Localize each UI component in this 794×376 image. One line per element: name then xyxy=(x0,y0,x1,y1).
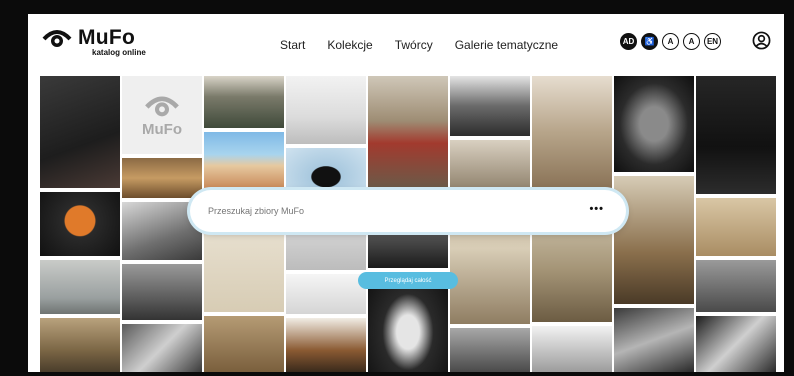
search-options-icon[interactable]: ••• xyxy=(589,203,604,215)
photo-tile[interactable] xyxy=(614,176,694,304)
photo-tile[interactable] xyxy=(368,76,448,188)
photo-tile[interactable] xyxy=(450,140,530,194)
photo-tile[interactable] xyxy=(286,274,366,314)
accessibility-bar: AD ♿ A A EN xyxy=(620,33,721,50)
photo-tile[interactable] xyxy=(40,318,120,372)
photo-tile[interactable] xyxy=(286,148,366,196)
photo-tile[interactable] xyxy=(40,76,120,188)
photo-tile[interactable] xyxy=(40,260,120,314)
photo-tile[interactable] xyxy=(614,308,694,372)
eye-logo-icon xyxy=(42,30,72,47)
contrast-icon[interactable]: A xyxy=(683,33,700,50)
watermark-text: MuFo xyxy=(142,120,182,138)
photo-tile[interactable] xyxy=(450,328,530,372)
photo-tile[interactable] xyxy=(696,316,776,372)
photo-tile[interactable] xyxy=(614,76,694,172)
nav-galerie[interactable]: Galerie tematyczne xyxy=(455,38,558,52)
mufo-watermark-tile: MuFo xyxy=(122,76,202,154)
photo-tile[interactable] xyxy=(696,76,776,194)
header: MuFo katalog online Start Kolekcje Twórc… xyxy=(28,14,784,76)
accessibility-icon[interactable]: ♿ xyxy=(641,33,658,50)
search-bar[interactable]: ••• xyxy=(190,190,626,232)
photo-tile[interactable] xyxy=(450,76,530,136)
photo-tile[interactable] xyxy=(204,316,284,372)
photo-tile[interactable] xyxy=(286,318,366,372)
photo-tile[interactable] xyxy=(204,132,284,188)
photo-tile[interactable] xyxy=(532,76,612,188)
browse-all-button[interactable]: Przeglądaj całość xyxy=(358,272,458,289)
logo[interactable]: MuFo katalog online xyxy=(42,27,146,57)
photo-tile[interactable] xyxy=(122,158,202,198)
photo-tile[interactable] xyxy=(40,192,120,256)
photo-tile[interactable] xyxy=(122,324,202,372)
audio-description-icon[interactable]: AD xyxy=(620,33,637,50)
logo-subtitle: katalog online xyxy=(92,48,146,57)
page: MuFo katalog online Start Kolekcje Twórc… xyxy=(28,14,784,372)
photo-tile[interactable] xyxy=(286,76,366,144)
photo-tile[interactable] xyxy=(204,76,284,128)
nav-kolekcje[interactable]: Kolekcje xyxy=(327,38,372,52)
search-input[interactable] xyxy=(208,206,568,216)
nav-tworcy[interactable]: Twórcy xyxy=(395,38,433,52)
photo-tile[interactable] xyxy=(532,326,612,372)
logo-title: MuFo xyxy=(78,26,136,49)
photo-tile[interactable] xyxy=(696,260,776,312)
photo-tile[interactable] xyxy=(696,198,776,256)
font-size-icon[interactable]: A xyxy=(662,33,679,50)
eye-watermark-icon xyxy=(145,96,179,116)
language-icon[interactable]: EN xyxy=(704,33,721,50)
main-nav: Start Kolekcje Twórcy Galerie tematyczne xyxy=(280,38,580,52)
user-account-icon[interactable] xyxy=(752,31,771,50)
nav-start[interactable]: Start xyxy=(280,38,305,52)
photo-tile[interactable] xyxy=(122,264,202,320)
